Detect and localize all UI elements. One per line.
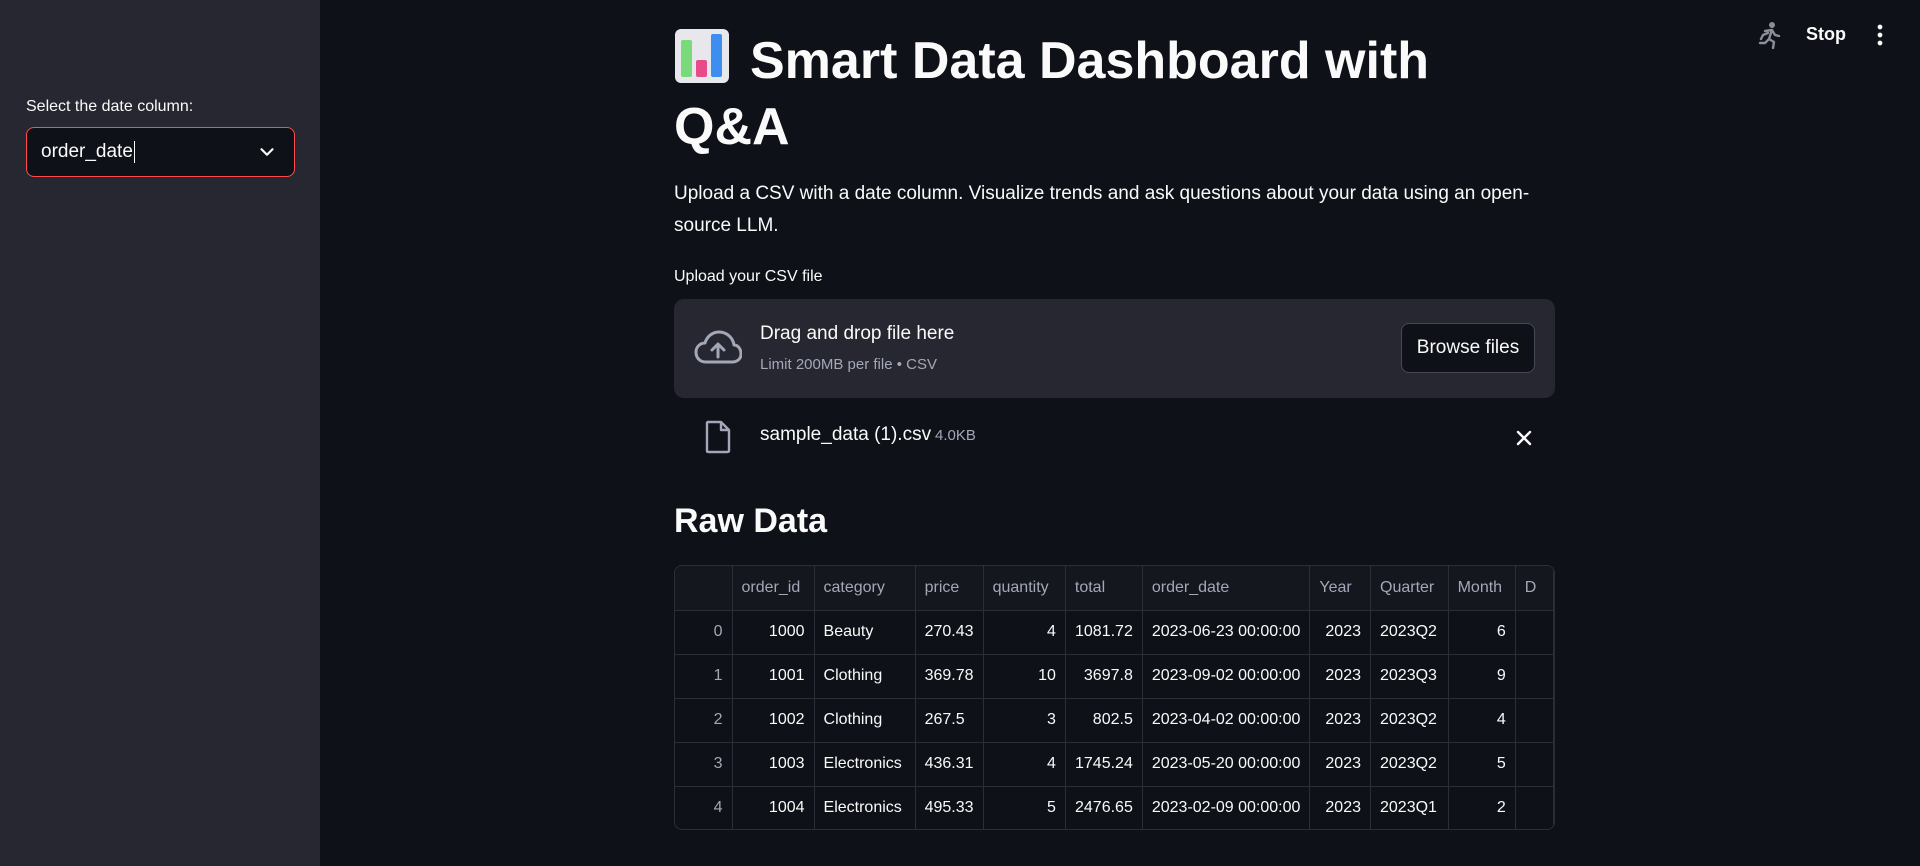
upload-label: Upload your CSV file xyxy=(674,268,823,285)
column-header[interactable]: total xyxy=(1065,566,1143,611)
column-header[interactable] xyxy=(675,566,733,611)
file-icon xyxy=(705,420,731,454)
column-header[interactable]: price xyxy=(915,566,984,611)
table-cell[interactable]: 2023-04-02 00:00:00 xyxy=(1142,698,1311,743)
table-cell[interactable]: 2023Q2 xyxy=(1370,698,1449,743)
table-cell[interactable]: Clothing xyxy=(814,654,916,699)
main-menu-icon[interactable] xyxy=(1870,22,1890,48)
table-row: 4 1004 Electronics 495.33 5 2476.65 2023… xyxy=(675,786,1554,829)
table-row: 0 1000 Beauty 270.43 4 1081.72 2023-06-2… xyxy=(675,610,1554,655)
table-cell[interactable]: 5 xyxy=(983,786,1066,829)
table-cell[interactable]: 1745.24 xyxy=(1065,742,1143,787)
table-cell[interactable]: 369.78 xyxy=(915,654,984,699)
table-cell[interactable]: 2023 xyxy=(1309,742,1371,787)
column-header[interactable]: D xyxy=(1515,566,1554,611)
table-cell[interactable]: 436.31 xyxy=(915,742,984,787)
table-cell[interactable]: 2023 xyxy=(1309,698,1371,743)
table-cell[interactable]: 2023-06-23 00:00:00 xyxy=(1142,610,1311,655)
table-cell[interactable]: 2023Q1 xyxy=(1370,786,1449,829)
table-cell[interactable]: 2023Q2 xyxy=(1370,610,1449,655)
column-header[interactable]: order_id xyxy=(732,566,815,611)
table-cell[interactable] xyxy=(1515,786,1554,829)
table-cell[interactable]: 10 xyxy=(983,654,1066,699)
stop-button[interactable]: Stop xyxy=(1806,24,1846,45)
table-cell[interactable]: 4 xyxy=(983,742,1066,787)
data-table: order_id category price quantity total o… xyxy=(675,566,1554,829)
row-index: 1 xyxy=(675,654,733,699)
table-cell[interactable]: 2023 xyxy=(1309,786,1371,829)
table-cell[interactable]: 1001 xyxy=(732,654,815,699)
table-cell[interactable]: 1081.72 xyxy=(1065,610,1143,655)
table-cell[interactable]: 2023-02-09 00:00:00 xyxy=(1142,786,1311,829)
browse-files-button[interactable]: Browse files xyxy=(1401,323,1535,373)
column-header[interactable]: quantity xyxy=(983,566,1066,611)
table-cell[interactable]: 2023Q2 xyxy=(1370,742,1449,787)
table-cell[interactable]: 267.5 xyxy=(915,698,984,743)
table-cell[interactable] xyxy=(1515,742,1554,787)
file-dropzone[interactable]: Drag and drop file here Limit 200MB per … xyxy=(674,299,1555,398)
table-cell[interactable] xyxy=(1515,610,1554,655)
table-cell[interactable]: 2023 xyxy=(1309,610,1371,655)
running-man-icon xyxy=(1758,22,1781,49)
row-index: 4 xyxy=(675,786,733,829)
table-cell[interactable]: 2023 xyxy=(1309,654,1371,699)
column-header[interactable]: Year xyxy=(1309,566,1371,611)
row-index: 2 xyxy=(675,698,733,743)
table-cell[interactable]: 2023Q3 xyxy=(1370,654,1449,699)
table-cell[interactable]: Electronics xyxy=(814,786,916,829)
table-cell[interactable]: 5 xyxy=(1448,742,1516,787)
table-cell[interactable]: 3 xyxy=(983,698,1066,743)
table-cell[interactable]: 9 xyxy=(1448,654,1516,699)
table-cell[interactable]: 6 xyxy=(1448,610,1516,655)
cloud-upload-icon xyxy=(694,330,742,364)
table-cell[interactable]: 2476.65 xyxy=(1065,786,1143,829)
dropzone-subtitle: Limit 200MB per file • CSV xyxy=(760,356,937,373)
table-header-row: order_id category price quantity total o… xyxy=(675,566,1554,611)
date-column-select[interactable]: order_date xyxy=(26,127,295,177)
text-caret xyxy=(133,141,135,163)
table-row: 3 1003 Electronics 436.31 4 1745.24 2023… xyxy=(675,742,1554,787)
table-cell[interactable]: 3697.8 xyxy=(1065,654,1143,699)
column-header[interactable]: order_date xyxy=(1142,566,1311,611)
row-index: 0 xyxy=(675,610,733,655)
page-title: Smart Data Dashboard with Q&A xyxy=(674,28,1555,160)
row-index: 3 xyxy=(675,742,733,787)
table-cell[interactable]: 2023-09-02 00:00:00 xyxy=(1142,654,1311,699)
dropzone-title: Drag and drop file here xyxy=(760,323,955,344)
table-cell[interactable]: 270.43 xyxy=(915,610,984,655)
table-cell[interactable] xyxy=(1515,654,1554,699)
column-header[interactable]: Quarter xyxy=(1370,566,1449,611)
table-cell[interactable]: 495.33 xyxy=(915,786,984,829)
date-column-label: Select the date column: xyxy=(26,98,194,115)
table-cell[interactable]: 4 xyxy=(1448,698,1516,743)
table-cell[interactable]: 802.5 xyxy=(1065,698,1143,743)
table-cell[interactable]: 1004 xyxy=(732,786,815,829)
column-header[interactable]: Month xyxy=(1448,566,1516,611)
close-icon[interactable] xyxy=(1512,426,1536,450)
table-cell[interactable]: 2023-05-20 00:00:00 xyxy=(1142,742,1311,787)
table-cell[interactable]: 2 xyxy=(1448,786,1516,829)
table-cell[interactable]: Clothing xyxy=(814,698,916,743)
table-row: 1 1001 Clothing 369.78 10 3697.8 2023-09… xyxy=(675,654,1554,699)
raw-data-table[interactable]: order_id category price quantity total o… xyxy=(674,565,1555,830)
sidebar: Select the date column: order_date xyxy=(0,0,320,866)
table-cell[interactable]: Electronics xyxy=(814,742,916,787)
table-cell[interactable]: 1003 xyxy=(732,742,815,787)
bar-chart-icon xyxy=(675,29,729,83)
table-row: 2 1002 Clothing 267.5 3 802.5 2023-04-02… xyxy=(675,698,1554,743)
table-cell[interactable]: 1000 xyxy=(732,610,815,655)
table-cell[interactable]: Beauty xyxy=(814,610,916,655)
date-column-select-value: order_date xyxy=(41,141,133,162)
uploaded-file-row: sample_data (1).csv 4.0KB xyxy=(674,418,1555,458)
uploaded-file-name: sample_data (1).csv xyxy=(760,424,932,445)
page-title-text: Smart Data Dashboard with Q&A xyxy=(674,32,1430,156)
uploaded-file-size: 4.0KB xyxy=(935,427,976,444)
page-description: Upload a CSV with a date column. Visuali… xyxy=(674,183,1530,236)
table-cell[interactable] xyxy=(1515,698,1554,743)
table-cell[interactable]: 1002 xyxy=(732,698,815,743)
column-header[interactable]: category xyxy=(814,566,916,611)
raw-data-heading: Raw Data xyxy=(674,502,828,540)
table-cell[interactable]: 4 xyxy=(983,610,1066,655)
chevron-down-icon xyxy=(260,148,274,156)
